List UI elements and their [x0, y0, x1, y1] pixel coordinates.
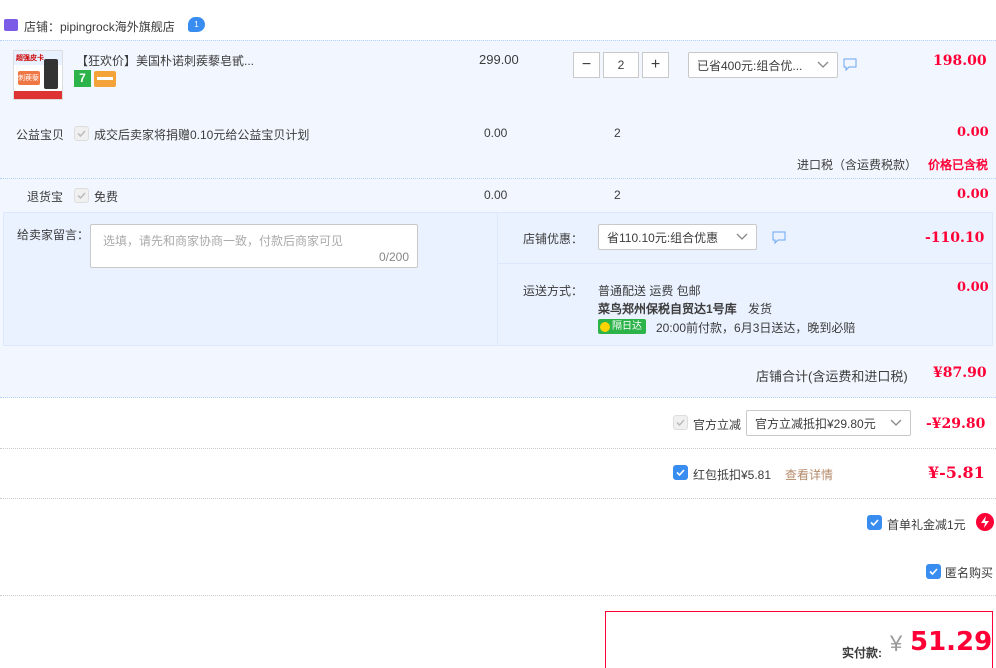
anonymous-label: 匿名购买 [945, 566, 994, 580]
return-insurance-label: 退货宝 [27, 190, 64, 204]
tax-value: 价格已含税 [928, 158, 989, 172]
charity-price: 0.00 [484, 126, 508, 140]
check-icon [676, 469, 685, 477]
unit-price: 299.00 [479, 52, 519, 67]
credit-card-icon [94, 71, 116, 87]
pay-label: 实付款: [842, 646, 882, 660]
chevron-down-icon [890, 419, 902, 426]
shop-icon [4, 19, 18, 31]
qty-minus-button[interactable]: − [573, 52, 600, 78]
comment-icon[interactable] [843, 58, 857, 71]
shipping-warehouse: 菜鸟郑州保税自贸达1号库 [598, 302, 737, 316]
official-discount-select[interactable]: 官方立减抵扣¥29.80元 [746, 410, 911, 436]
charity-total: 0.00 [957, 125, 989, 140]
return-insurance-price: 0.00 [484, 188, 508, 202]
official-discount-select-label: 官方立减抵扣¥29.80元 [755, 416, 876, 431]
tax-label: 进口税（含运费税款） [797, 158, 918, 172]
pay-amount: 51.29 [910, 627, 993, 657]
official-discount-amount: -¥29.80 [926, 416, 986, 432]
check-icon [77, 130, 86, 138]
store-discount-label: 店铺优惠： [523, 232, 584, 246]
message-placeholder: 选填，请先和商家协商一致，付款后商家可见 [103, 234, 344, 248]
first-order-label: 首单礼金减1元 [887, 518, 966, 532]
return-insurance-text: 免费 [94, 190, 119, 204]
check-icon [676, 419, 685, 427]
store-discount-amount: -110.10 [925, 230, 985, 246]
pay-currency: ¥ [890, 631, 903, 656]
official-discount-label: 官方立减 [693, 418, 742, 432]
return-insurance-checkbox [74, 188, 89, 203]
message-counter: 0/200 [378, 250, 409, 264]
red-packet-checkbox[interactable] [673, 465, 688, 480]
product-title[interactable]: 【狂欢价】美国朴诺刺蒺藜皂甙... [76, 52, 254, 69]
chevron-down-icon [817, 61, 829, 68]
charity-qty: 2 [614, 126, 621, 140]
red-packet-label: 红包抵扣¥5.81 [693, 468, 772, 482]
message-textarea[interactable]: 选填，请先和商家协商一致，付款后商家可见 0/200 [90, 224, 418, 268]
shipping-label: 运送方式： [523, 284, 584, 298]
shop-name-link[interactable]: 店铺：pipingrock海外旗舰店 [24, 18, 175, 35]
check-icon [929, 568, 938, 576]
divider [0, 498, 996, 499]
promo-select[interactable]: 已省400元:组合优... [688, 52, 838, 78]
store-total-label: 店铺合计(含运费和进口税) [756, 369, 908, 384]
red-packet-details-link[interactable]: 查看详情 [785, 466, 833, 483]
next-day-tag: 隔日达 [598, 319, 646, 334]
message-label: 给卖家留言： [17, 228, 90, 242]
shipping-origin: 发货 [748, 302, 773, 316]
charity-label: 公益宝贝 [16, 128, 65, 142]
charity-text: 成交后卖家将捐赠0.10元给公益宝贝计划 [94, 128, 310, 142]
message-section-divider [497, 213, 498, 345]
official-discount-checkbox [673, 415, 688, 430]
charity-checkbox [74, 126, 89, 141]
store-discount-select-label: 省110.10元:组合优惠 [607, 230, 719, 245]
shop-header: 店铺：pipingrock海外旗舰店 1 [0, 14, 996, 38]
return-insurance-qty: 2 [614, 188, 621, 202]
return-insurance-total: 0.00 [957, 187, 989, 202]
store-total-value: ¥87.90 [933, 365, 987, 381]
lightning-icon [976, 513, 994, 531]
comment-icon[interactable] [772, 231, 786, 244]
product-thumbnail[interactable]: 超强皮卡 刺蒺藜 [13, 50, 63, 100]
wangwang-icon[interactable]: 1 [188, 17, 205, 32]
shipping-amount: 0.00 [957, 280, 989, 295]
check-icon [77, 192, 86, 200]
lightning-icon [600, 321, 610, 332]
check-icon [870, 519, 879, 527]
shipping-eta: 20:00前付款，6月3日送达，晚到必赔 [656, 321, 856, 335]
chevron-down-icon [736, 233, 748, 240]
divider [0, 448, 996, 449]
qty-input[interactable]: 2 [603, 52, 639, 78]
qty-plus-button[interactable]: + [642, 52, 669, 78]
product-total: 198.00 [933, 53, 987, 69]
divider [0, 595, 996, 596]
payment-summary-box: 实付款: ¥ 51.29 [605, 611, 993, 668]
first-order-checkbox[interactable] [867, 515, 882, 530]
discount-divider [498, 263, 992, 264]
red-packet-amount: ¥-5.81 [928, 463, 985, 482]
divider [0, 178, 996, 179]
shipping-line1: 普通配送 运费 包邮 [598, 284, 701, 298]
seven-day-return-badge: 7 [74, 70, 91, 87]
store-discount-select[interactable]: 省110.10元:组合优惠 [598, 224, 757, 250]
promo-select-label: 已省400元:组合优... [697, 58, 803, 73]
anonymous-checkbox[interactable] [926, 564, 941, 579]
